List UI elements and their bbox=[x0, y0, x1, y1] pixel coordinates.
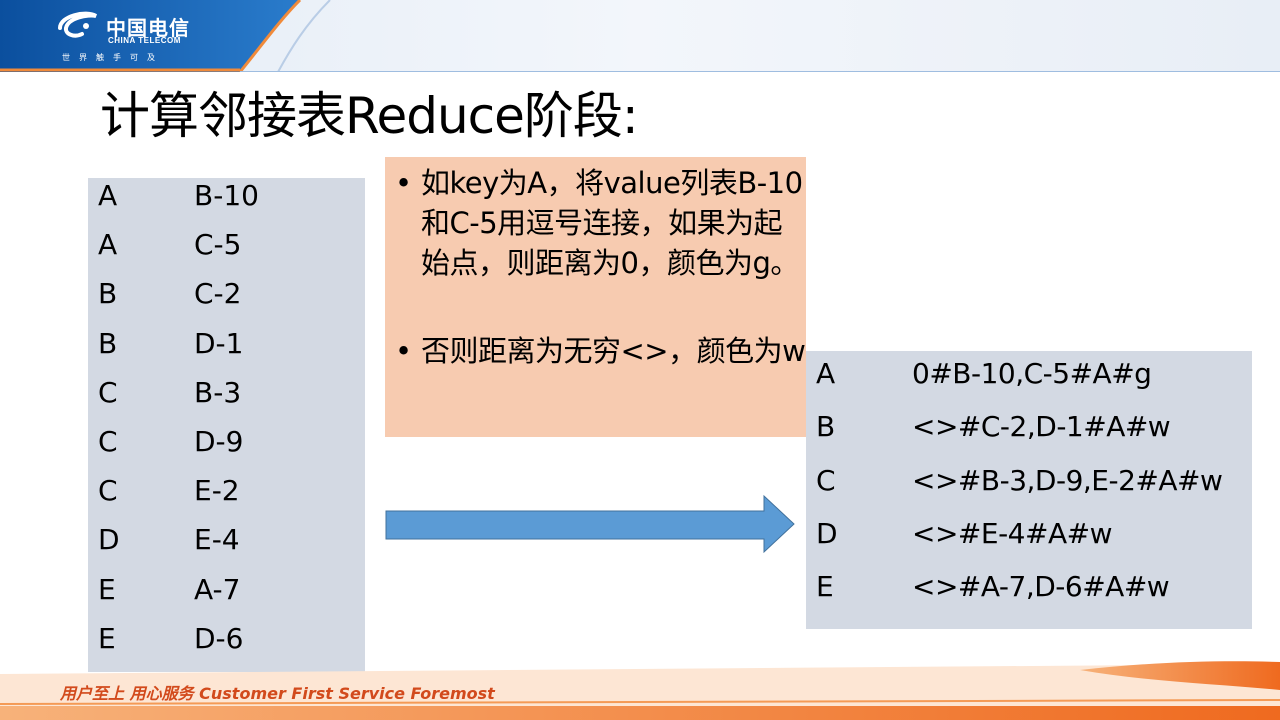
result-row: E <>#A-7,D-6#A#w bbox=[816, 570, 1246, 610]
edge-source-node: B bbox=[98, 326, 118, 360]
edge-row: C E-2 bbox=[98, 474, 358, 514]
edge-row: D E-4 bbox=[98, 523, 358, 563]
edge-row: C B-3 bbox=[98, 376, 358, 416]
edge-source-node: C bbox=[98, 474, 118, 508]
china-telecom-logo: 中国电信 CHINA TELECOM 世界触手可及 bbox=[56, 8, 216, 66]
telecom-emblem-icon bbox=[58, 11, 98, 38]
edge-target-weight: D-9 bbox=[194, 425, 244, 458]
bullet-marker: • bbox=[395, 334, 413, 368]
result-node: E bbox=[816, 570, 834, 604]
edge-row: E D-6 bbox=[98, 622, 358, 662]
result-value: <>#A-7,D-6#A#w bbox=[912, 570, 1170, 604]
logo-slogan-text: 世界触手可及 bbox=[62, 53, 164, 62]
edge-target-weight: B-3 bbox=[194, 375, 242, 409]
header-banner: 中国电信 CHINA TELECOM 世界触手可及 bbox=[0, 0, 1280, 72]
result-value: <>#E-4#A#w bbox=[912, 516, 1112, 550]
edge-row: E A-7 bbox=[98, 573, 358, 613]
slide-title: 计算邻接表Reduce阶段: bbox=[100, 87, 639, 145]
edge-source-node: C bbox=[98, 375, 118, 409]
edge-source-node: A bbox=[98, 228, 118, 262]
edge-target-weight: D-6 bbox=[194, 621, 244, 655]
edge-target-weight: A-7 bbox=[194, 572, 241, 606]
edge-target-weight: C-5 bbox=[194, 228, 242, 262]
edge-row: A B-10 bbox=[98, 179, 358, 219]
result-value: <>#B-3,D-9,E-2#A#w bbox=[912, 463, 1223, 497]
result-node: A bbox=[816, 357, 836, 390]
result-row: D <>#E-4#A#w bbox=[816, 517, 1246, 557]
edge-row: C D-9 bbox=[98, 425, 358, 465]
edge-target-weight: E-4 bbox=[194, 523, 240, 557]
footer-banner: 用户至上 用心服务 Customer First Service Foremos… bbox=[0, 660, 1280, 720]
edge-row: B D-1 bbox=[98, 327, 358, 367]
edge-row: B C-2 bbox=[98, 277, 358, 317]
edge-target-weight: C-2 bbox=[194, 277, 242, 311]
edge-target-weight: B-10 bbox=[194, 179, 259, 212]
result-value: <>#C-2,D-1#A#w bbox=[912, 410, 1171, 444]
edge-list-table: A B-10 A C-5 B C-2 B D-1 C B-3 C D-9 C E-2 D E-4 E A-7 E D-… bbox=[88, 178, 365, 672]
explanation-box: • 如key为A，将value列表B-10和C-5用逗号连接，如果为起始点，则距离… bbox=[385, 157, 806, 437]
edge-source-node: A bbox=[98, 179, 118, 212]
edge-source-node: E bbox=[98, 572, 116, 606]
result-row: B <>#C-2,D-1#A#w bbox=[816, 410, 1246, 450]
edge-source-node: C bbox=[98, 425, 118, 458]
bullet-text: 如key为A，将value列表B-10和C-5用逗号连接，如果为起始点，则距离为… bbox=[421, 166, 803, 280]
result-node: D bbox=[816, 516, 838, 550]
edge-row: A C-5 bbox=[98, 228, 358, 268]
edge-source-node: E bbox=[98, 621, 116, 655]
edge-source-node: D bbox=[98, 523, 120, 557]
edge-source-node: B bbox=[98, 277, 118, 311]
bullet-text: 否则距离为无穷<>，颜色为w bbox=[421, 334, 806, 368]
result-row: C <>#B-3,D-9,E-2#A#w bbox=[816, 464, 1246, 504]
adjacency-result-table: A 0#B-10,C-5#A#g B <>#C-2,D-1#A#w C <>#B-3,D-… bbox=[806, 351, 1252, 629]
result-node: B bbox=[816, 410, 836, 444]
footer-slogan: 用户至上 用心服务 Customer First Service Foremos… bbox=[60, 684, 495, 703]
result-value: 0#B-10,C-5#A#g bbox=[912, 357, 1152, 390]
result-row: A 0#B-10,C-5#A#g bbox=[816, 357, 1246, 397]
edge-target-weight: D-1 bbox=[194, 326, 244, 360]
result-node: C bbox=[816, 463, 836, 497]
logo-english-text: CHINA TELECOM bbox=[108, 36, 181, 45]
bullet-marker: • bbox=[395, 166, 413, 200]
right-arrow-icon bbox=[385, 494, 795, 554]
edge-target-weight: E-2 bbox=[194, 474, 240, 508]
